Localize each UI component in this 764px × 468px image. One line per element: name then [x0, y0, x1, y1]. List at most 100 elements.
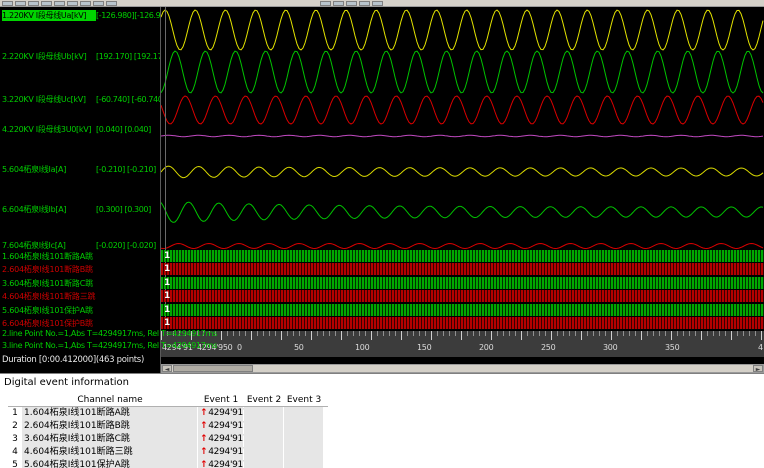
channel-name: 6.604柘泉Ⅰ线Ib[A]: [2, 205, 67, 214]
digital-event-panel: Digital event information Channel name Ev…: [0, 373, 764, 468]
waveform-trace-7: [161, 242, 764, 250]
digital-trace-5: 1: [161, 303, 764, 316]
event-channel-name: 5.604柘泉Ⅰ线101保护A跳: [22, 459, 198, 468]
toolbar-button[interactable]: [15, 1, 26, 6]
event-2-cell: [244, 446, 284, 460]
digital-state-value: 1: [164, 251, 171, 261]
scrollbar-thumb[interactable]: [173, 365, 253, 372]
duration-label: Duration [0:00.412000](463 points): [2, 355, 144, 365]
digital-channel-label-4[interactable]: 4.604柘泉Ⅰ线101断路三跳: [2, 291, 160, 303]
digital-state-value: 1: [164, 291, 171, 302]
waveform-panel: 1.220KV Ⅰ段母线Ua[kV][-126.980][-126.980] 2.…: [0, 7, 764, 373]
event-table-row[interactable]: 5 5.604柘泉Ⅰ线101保护A跳 ↑4294'917 ms: [8, 459, 328, 468]
channel-cursor-values: [-126.980][-126.980]: [96, 11, 161, 20]
channel-name: 2.220KV Ⅰ段母线Ub[kV]: [2, 52, 87, 61]
time-tick-label: 250: [541, 343, 556, 352]
analog-channel-label-6[interactable]: 6.604柘泉Ⅰ线Ib[A] [0.300] [0.300]: [2, 204, 160, 215]
row-number: 4: [8, 446, 22, 460]
channel-name: 4.220KV Ⅰ段母线3U0[kV]: [2, 125, 92, 134]
digital-channel-label-5[interactable]: 5.604柘泉Ⅰ线101保护A跳: [2, 305, 160, 317]
toolbar-button[interactable]: [54, 1, 65, 6]
analog-channel-label-3[interactable]: 3.220KV Ⅰ段母线Uc[kV] [-60.740] [-60.740]: [2, 94, 161, 105]
event-table-row[interactable]: 3 3.604柘泉Ⅰ线101断路C跳 ↑4294'917 ms: [8, 433, 328, 447]
column-header: Event 2: [244, 393, 284, 406]
time-tick-label: 4: [758, 343, 763, 352]
plot-area[interactable]: 111111 4294'91 4294'950 0 50 100 150 200 250 300…: [161, 7, 764, 373]
event-3-cell: [284, 407, 324, 421]
column-header: Event 1: [198, 393, 244, 406]
time-tick-label: 100: [355, 343, 370, 352]
header-gutter: [8, 393, 22, 406]
digital-state-value: 1: [164, 277, 171, 288]
cursor-status-line-2: 2.line Point No.=1,Abs T=4294917ms, Rel …: [2, 329, 217, 338]
event-3-cell: [284, 446, 324, 460]
channel-cursor-values: [192.170] [192.170]: [96, 52, 160, 61]
scroll-right-button[interactable]: ►: [753, 365, 763, 373]
event-table-header-row: Channel name Event 1 Event 2 Event 3: [8, 393, 328, 407]
digital-channel-label-1[interactable]: 1.604柘泉Ⅰ线101断路A跳: [2, 251, 160, 263]
toolbar-button[interactable]: [93, 1, 104, 6]
event-2-cell: [244, 459, 284, 468]
event-1-cell: ↑4294'917 ms: [198, 407, 264, 421]
channel-name: 1.220KV Ⅰ段母线Ua[kV]: [2, 10, 96, 21]
scroll-left-button[interactable]: ◄: [162, 365, 172, 373]
waveform-trace-4: [161, 134, 764, 138]
event-3-cell: [284, 459, 324, 468]
waveform-trace-2: [161, 50, 764, 94]
event-table-row[interactable]: 1 1.604柘泉Ⅰ线101断路A跳 ↑4294'917 ms: [8, 407, 328, 421]
channel-name: 7.604柘泉Ⅰ线Ic[A]: [2, 241, 66, 250]
toolbar-button[interactable]: [333, 1, 344, 6]
event-table-row[interactable]: 4 4.604柘泉Ⅰ线101断路三跳 ↑4294'917 ms: [8, 446, 328, 460]
event-3-cell: [284, 420, 324, 434]
time-tick-label: 50: [294, 343, 304, 352]
analog-channel-label-7[interactable]: 7.604柘泉Ⅰ线Ic[A] [-0.020] [-0.020]: [2, 240, 160, 251]
digital-trace-3: 1: [161, 276, 764, 289]
toolbar-button[interactable]: [372, 1, 383, 6]
toolbar-button[interactable]: [28, 1, 39, 6]
toolbar-button[interactable]: [80, 1, 91, 6]
event-channel-name: 4.604柘泉Ⅰ线101断路三跳: [22, 446, 198, 460]
event-1-cell: ↑4294'917 ms: [198, 446, 264, 460]
toolbar-button[interactable]: [106, 1, 117, 6]
channel-cursor-values: [-60.740] [-60.740]: [96, 95, 161, 104]
channel-name: 5.604柘泉Ⅰ线Ia[A]: [2, 165, 67, 174]
event-1-cell: ↑4294'917 ms: [198, 459, 264, 468]
column-header: Event 3: [284, 393, 324, 406]
event-2-cell: [244, 407, 284, 421]
channel-label-column: 1.220KV Ⅰ段母线Ua[kV][-126.980][-126.980] 2.…: [0, 7, 161, 373]
analog-channel-label-4[interactable]: 4.220KV Ⅰ段母线3U0[kV] [0.040] [0.040]: [2, 124, 160, 135]
toolbar-button[interactable]: [346, 1, 357, 6]
section-title: Digital event information: [4, 377, 129, 388]
digital-channel-label-3[interactable]: 3.604柘泉Ⅰ线101断路C跳: [2, 278, 160, 290]
time-tick-label: 350: [665, 343, 680, 352]
digital-state-value: 1: [164, 318, 171, 328]
app-window: 1.220KV Ⅰ段母线Ua[kV][-126.980][-126.980] 2.…: [0, 0, 764, 468]
toolbar-button[interactable]: [320, 1, 331, 6]
event-1-cell: ↑4294'917 ms: [198, 433, 264, 447]
event-channel-name: 1.604柘泉Ⅰ线101断路A跳: [22, 407, 198, 421]
event-3-cell: [284, 433, 324, 447]
waveform-trace-6: [161, 201, 764, 223]
event-table-row[interactable]: 2 2.604柘泉Ⅰ线101断路B跳 ↑4294'917 ms: [8, 420, 328, 434]
channel-cursor-values: [0.300] [0.300]: [96, 205, 151, 214]
event-2-cell: [244, 420, 284, 434]
row-number: 3: [8, 433, 22, 447]
analog-channel-label-1[interactable]: 1.220KV Ⅰ段母线Ua[kV][-126.980][-126.980]: [2, 10, 161, 21]
waveform-trace-1: [161, 9, 764, 51]
digital-trace-6: 1: [161, 317, 764, 329]
toolbar-button[interactable]: [2, 1, 13, 6]
event-table: Channel name Event 1 Event 2 Event 3 1 1.604柘…: [8, 393, 328, 468]
rising-edge-arrow-icon: ↑: [200, 447, 208, 457]
toolbar-button[interactable]: [67, 1, 78, 6]
channel-cursor-values: [-0.020] [-0.020]: [96, 241, 156, 250]
row-number: 2: [8, 420, 22, 434]
analog-channel-label-2[interactable]: 2.220KV Ⅰ段母线Ub[kV] [192.170] [192.170]: [2, 51, 160, 62]
event-2-cell: [244, 433, 284, 447]
toolbar-button[interactable]: [359, 1, 370, 6]
analog-channel-label-5[interactable]: 5.604柘泉Ⅰ线Ia[A] [-0.210] [-0.210]: [2, 164, 160, 175]
digital-channel-label-2[interactable]: 2.604柘泉Ⅰ线101断路B跳: [2, 264, 160, 276]
digital-state-value: 1: [164, 304, 171, 315]
horizontal-scrollbar[interactable]: ◄ ►: [161, 364, 764, 373]
event-channel-name: 2.604柘泉Ⅰ线101断路B跳: [22, 420, 198, 434]
toolbar-button[interactable]: [41, 1, 52, 6]
